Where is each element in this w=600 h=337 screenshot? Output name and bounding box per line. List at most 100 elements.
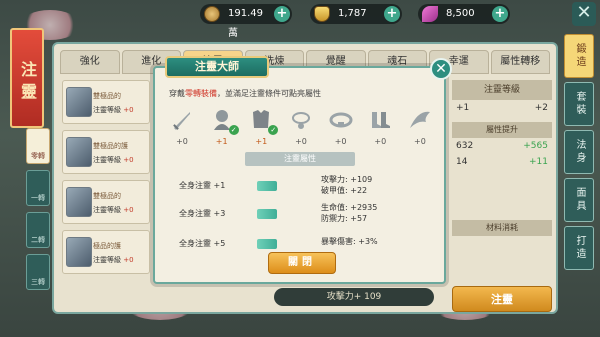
list-item[interactable]: 雙極品的護 注靈等級 +0	[62, 130, 150, 174]
feather-amount: 8,500	[446, 8, 475, 19]
tier-label: 全身注靈 +3	[179, 209, 226, 218]
equipment-thumbnail	[66, 237, 92, 267]
level-value: +0	[123, 206, 134, 214]
tier-stat: 防禦力: +57	[321, 214, 368, 223]
slot-value: +0	[374, 137, 387, 146]
equipment-thumbnail	[66, 87, 92, 117]
close-dialog-icon[interactable]: ✕	[430, 58, 452, 80]
gold-currency: 1,787 +	[310, 4, 402, 24]
side-mask[interactable]: 面具	[564, 178, 594, 222]
rebirth-tabs: 零轉 一轉 二轉 三轉	[26, 128, 50, 296]
material-cost-header: 材料消耗	[452, 220, 552, 236]
currency-bar: 191.49萬 + 1,787 + 8,500 +	[200, 4, 580, 39]
list-item[interactable]: 雙極品的 注靈等級 +0	[62, 80, 150, 124]
tier-stat: 暴擊傷害: +3%	[321, 237, 378, 246]
sword-icon	[168, 106, 196, 134]
add-gold-button[interactable]: +	[384, 6, 400, 22]
tab-rebirth-3[interactable]: 三轉	[26, 254, 50, 290]
tab-rebirth-1[interactable]: 一轉	[26, 170, 50, 206]
arrow-icon	[257, 239, 277, 249]
tab-strengthen[interactable]: 強化	[60, 50, 120, 74]
boots-icon	[366, 106, 394, 134]
dialog-hint: 穿戴零轉裝備，並滿足注靈條件可點亮屬性	[169, 89, 321, 98]
belt-icon	[327, 106, 355, 134]
item-name: 雙極品的	[93, 192, 121, 200]
tab-rebirth-2[interactable]: 二轉	[26, 212, 50, 248]
wing-icon	[406, 106, 434, 134]
infuse-button[interactable]: 注靈	[452, 286, 552, 312]
slot-helmet[interactable]: ✓ +1	[203, 106, 241, 146]
page-title: 注靈	[10, 28, 44, 128]
attack-summary: 攻擊力+ 109	[274, 288, 434, 306]
slot-wing[interactable]: +0	[401, 106, 439, 146]
stat-gain: +565	[523, 141, 548, 151]
tier-stats: 攻擊力: +109 破甲值: +22	[321, 174, 372, 196]
side-craft[interactable]: 打造	[564, 226, 594, 270]
arrow-icon	[257, 209, 277, 219]
add-feather-button[interactable]: +	[492, 6, 508, 22]
slot-value: +0	[295, 137, 307, 146]
section-header: 注靈屬性	[245, 152, 355, 166]
equipment-thumbnail	[66, 137, 92, 167]
level-value: +0	[123, 156, 134, 164]
list-item[interactable]: 極品的護 注靈等級 +0	[62, 230, 150, 274]
detail-panel: 注靈等級 +1 +2 屬性提升 632 +565 14 +11 材料消耗 注靈	[452, 80, 552, 312]
tab-attribute-transfer[interactable]: 屬性轉移	[490, 50, 550, 74]
level-label: 注靈等級	[93, 206, 121, 214]
checked-icon: ✓	[268, 125, 279, 135]
gold-ingot-icon	[314, 6, 330, 22]
hint-highlight: 零轉裝備	[185, 89, 217, 98]
armor-icon: ✓	[247, 106, 279, 135]
slot-belt[interactable]: +0	[322, 106, 360, 146]
next-level: +2	[534, 103, 548, 113]
attr-boost-header: 屬性提升	[452, 122, 552, 138]
tier-stat: 生命值: +2935	[321, 203, 378, 212]
side-set[interactable]: 套裝	[564, 82, 594, 126]
tab-rebirth-0[interactable]: 零轉	[26, 128, 50, 164]
tier-label: 全身注靈 +1	[179, 181, 226, 190]
slot-value: +1	[255, 137, 268, 146]
coin-icon	[204, 6, 220, 22]
infuse-level-header: 注靈等級	[452, 80, 552, 100]
side-forge[interactable]: 鍛造	[564, 34, 594, 78]
level-value: +0	[123, 256, 134, 264]
item-name: 極品的護	[93, 242, 121, 250]
necklace-icon	[287, 106, 315, 134]
add-copper-button[interactable]: +	[274, 6, 290, 22]
checked-icon: ✓	[228, 125, 239, 135]
tier-stat: 攻擊力: +109	[321, 175, 373, 184]
slot-value: +0	[414, 137, 426, 146]
side-menu: 鍛造 套裝 法身 面具 打造	[564, 34, 594, 274]
tier-stats: 暴擊傷害: +3%	[321, 236, 378, 247]
current-level: +1	[456, 103, 470, 113]
close-button[interactable]: 關閉	[268, 252, 336, 274]
feather-currency: 8,500 +	[418, 4, 510, 24]
equipment-thumbnail	[66, 187, 92, 217]
list-item[interactable]: 雙極品的 注靈等級 +0	[62, 180, 150, 224]
slot-armor[interactable]: ✓ +1	[242, 106, 280, 146]
dialog-title: 注靈大師	[165, 56, 269, 78]
slot-value: +1	[215, 137, 228, 146]
close-window-button[interactable]: ✕	[572, 2, 596, 26]
level-value: +0	[123, 106, 134, 114]
slot-boots[interactable]: +0	[361, 106, 399, 146]
tier-label: 全身注靈 +5	[179, 239, 226, 248]
side-dharma[interactable]: 法身	[564, 130, 594, 174]
stat-gain: +11	[529, 157, 548, 167]
slot-weapon[interactable]: +0	[163, 106, 201, 146]
level-label: 注靈等級	[93, 256, 121, 264]
arrow-icon	[257, 181, 277, 191]
item-name: 雙極品的	[93, 92, 121, 100]
tier-stats: 生命值: +2935 防禦力: +57	[321, 202, 377, 224]
slot-necklace[interactable]: +0	[282, 106, 320, 146]
tier-stat: 破甲值: +22	[321, 186, 368, 195]
gold-amount: 1,787	[338, 8, 367, 19]
item-name: 雙極品的護	[93, 142, 128, 150]
equipment-slots: +0 ✓ +1 ✓ +1 +0 +0 +0 +0	[163, 106, 439, 146]
level-label: 注靈等級	[93, 106, 121, 114]
slot-value: +0	[334, 137, 347, 146]
equipment-list: 雙極品的 注靈等級 +0 雙極品的護 注靈等級 +0 雙極品的 注靈等級 +0 …	[62, 80, 150, 280]
stat-current: 632	[456, 141, 474, 151]
infuse-master-dialog: 注靈大師 ✕ 穿戴零轉裝備，並滿足注靈條件可點亮屬性 +0 ✓ +1 ✓ +1	[153, 56, 452, 284]
copper-currency: 191.49萬 +	[200, 4, 292, 39]
